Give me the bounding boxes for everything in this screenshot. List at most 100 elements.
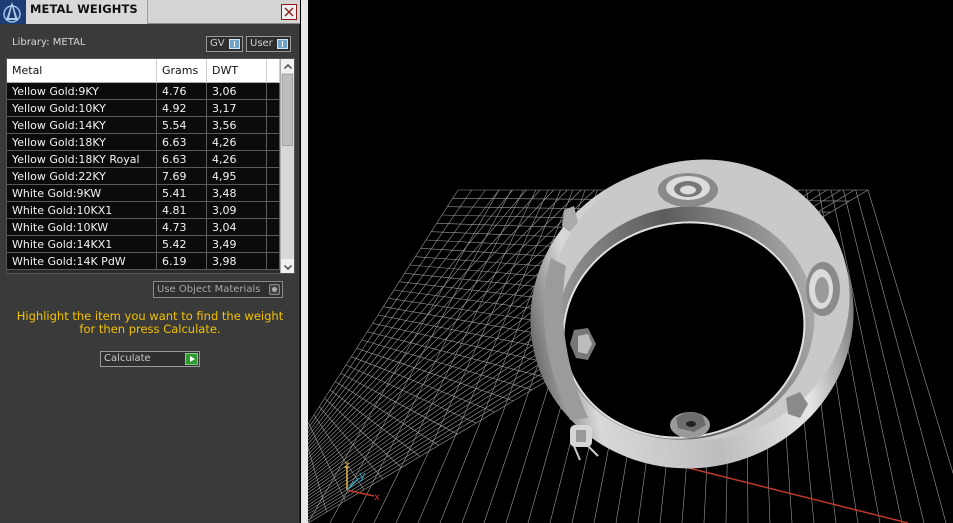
cell-dwt: 4,26 bbox=[207, 134, 267, 151]
cell-metal: White Gold:14KX1 bbox=[7, 236, 157, 253]
cell-dwt: 3,56 bbox=[207, 117, 267, 134]
grid-line bbox=[308, 189, 527, 445]
cell-dwt: 3,04 bbox=[207, 219, 267, 236]
cell-blank bbox=[267, 117, 280, 134]
table-row[interactable]: Yellow Gold:18KY 6.63 4,26 bbox=[7, 134, 280, 151]
cell-blank bbox=[267, 151, 280, 168]
table-row[interactable]: White Gold:9KW 5.41 3,48 bbox=[7, 185, 280, 202]
cell-blank bbox=[267, 134, 280, 151]
user-toggle-label: User bbox=[250, 38, 273, 49]
metal-table: Metal Grams DWT Yellow Gold:9KY 4.76 3,0… bbox=[6, 58, 295, 274]
play-arrow-icon bbox=[185, 353, 198, 365]
scroll-down-button[interactable] bbox=[281, 259, 294, 273]
user-toggle[interactable]: User bbox=[246, 36, 291, 52]
cell-dwt: 3,98 bbox=[207, 253, 267, 270]
cell-grams: 4.73 bbox=[157, 219, 207, 236]
y-axis-label: y bbox=[359, 469, 366, 482]
cell-dwt: 3,17 bbox=[207, 100, 267, 117]
table-row[interactable]: White Gold:10KX1 4.81 3,09 bbox=[7, 202, 280, 219]
table-row[interactable]: Yellow Gold:9KY 4.76 3,06 bbox=[7, 83, 280, 100]
table-row[interactable]: White Gold:10KW 4.73 3,04 bbox=[7, 219, 280, 236]
cell-metal: Yellow Gold:18KY bbox=[7, 134, 157, 151]
cell-dwt: 4,95 bbox=[207, 168, 267, 185]
library-label: Library: METAL bbox=[12, 37, 86, 48]
cell-metal: Yellow Gold:18KY Royal bbox=[7, 151, 157, 168]
app-logo-icon bbox=[0, 0, 26, 24]
calculate-button-label: Calculate bbox=[104, 353, 151, 364]
cell-metal: White Gold:14K PdW bbox=[7, 253, 157, 270]
close-icon bbox=[284, 7, 294, 17]
cell-blank bbox=[267, 202, 280, 219]
grid-line bbox=[308, 189, 568, 456]
3d-viewport[interactable]: z y x bbox=[308, 0, 953, 523]
cell-grams: 5.54 bbox=[157, 117, 207, 134]
table-row[interactable]: Yellow Gold:22KY 7.69 4,95 bbox=[7, 168, 280, 185]
instruction-text: Highlight the item you want to find the … bbox=[16, 309, 284, 336]
panel-splitter[interactable] bbox=[301, 0, 308, 523]
cell-blank bbox=[267, 185, 280, 202]
cell-grams: 4.81 bbox=[157, 202, 207, 219]
cell-dwt: 3,06 bbox=[207, 83, 267, 100]
scroll-thumb[interactable] bbox=[282, 74, 293, 146]
gv-toggle-knob-icon bbox=[229, 39, 240, 49]
calculate-button[interactable]: Calculate bbox=[100, 351, 200, 367]
cell-blank bbox=[267, 236, 280, 253]
viewport-canvas: z y x bbox=[308, 132, 953, 523]
grid-line bbox=[308, 189, 459, 425]
cell-metal: Yellow Gold:9KY bbox=[7, 83, 157, 100]
column-header-dwt[interactable]: DWT bbox=[207, 59, 267, 83]
cell-blank bbox=[267, 100, 280, 117]
panel-title-tab: METAL WEIGHTS bbox=[26, 0, 148, 24]
column-header-blank bbox=[267, 59, 280, 83]
column-header-metal[interactable]: Metal bbox=[7, 59, 157, 83]
cell-metal: White Gold:9KW bbox=[7, 185, 157, 202]
cell-blank bbox=[267, 168, 280, 185]
table-row[interactable]: Yellow Gold:18KY Royal 6.63 4,26 bbox=[7, 151, 280, 168]
cell-dwt: 3,48 bbox=[207, 185, 267, 202]
grid-line bbox=[308, 189, 554, 452]
scroll-up-button[interactable] bbox=[281, 59, 294, 73]
table-row[interactable]: Yellow Gold:10KY 4.92 3,17 bbox=[7, 100, 280, 117]
stone-seat bbox=[670, 412, 710, 438]
table-row[interactable]: White Gold:14K PdW 6.19 3,98 bbox=[7, 253, 280, 270]
cell-blank bbox=[267, 83, 280, 100]
cell-dwt: 3,09 bbox=[207, 202, 267, 219]
use-object-materials-label: Use Object Materials bbox=[157, 284, 261, 295]
cell-grams: 6.63 bbox=[157, 134, 207, 151]
cell-blank bbox=[267, 253, 280, 270]
cell-metal: White Gold:10KX1 bbox=[7, 202, 157, 219]
table-header: Metal Grams DWT bbox=[7, 59, 280, 83]
grid-line bbox=[843, 189, 925, 523]
cell-grams: 6.63 bbox=[157, 151, 207, 168]
cell-grams: 5.42 bbox=[157, 236, 207, 253]
user-toggle-knob-icon bbox=[277, 39, 288, 49]
table-row[interactable]: White Gold:14KX1 5.42 3,49 bbox=[7, 236, 280, 253]
metal-weights-panel: METAL WEIGHTS Library: METAL GV User Met… bbox=[0, 0, 300, 523]
close-button[interactable] bbox=[281, 4, 297, 20]
grid-line bbox=[855, 189, 947, 523]
table-row[interactable]: Yellow Gold:14KY 5.54 3,56 bbox=[7, 117, 280, 134]
cell-metal: Yellow Gold:10KY bbox=[7, 100, 157, 117]
panel-titlebar[interactable]: METAL WEIGHTS bbox=[0, 0, 300, 24]
column-header-grams[interactable]: Grams bbox=[157, 59, 207, 83]
use-object-materials-checkbox[interactable]: Use Object Materials bbox=[153, 281, 283, 298]
stone-seat bbox=[658, 173, 718, 207]
panel-title: METAL WEIGHTS bbox=[30, 2, 138, 16]
cell-metal: Yellow Gold:22KY bbox=[7, 168, 157, 185]
cell-grams: 4.76 bbox=[157, 83, 207, 100]
cell-grams: 6.19 bbox=[157, 253, 207, 270]
cell-dwt: 3,49 bbox=[207, 236, 267, 253]
gv-toggle[interactable]: GV bbox=[206, 36, 243, 52]
table-scrollbar[interactable] bbox=[280, 59, 294, 273]
cell-blank bbox=[267, 219, 280, 236]
cell-dwt: 4,26 bbox=[207, 151, 267, 168]
ring-model[interactable] bbox=[502, 132, 882, 498]
grid-line bbox=[867, 189, 953, 475]
chevron-up-icon bbox=[283, 63, 293, 70]
z-axis-label: z bbox=[344, 460, 349, 471]
grid-line bbox=[351, 189, 524, 523]
cell-metal: Yellow Gold:14KY bbox=[7, 117, 157, 134]
grid-line bbox=[308, 189, 513, 441]
chevron-down-icon bbox=[283, 264, 293, 271]
x-axis-label: x bbox=[374, 492, 380, 503]
